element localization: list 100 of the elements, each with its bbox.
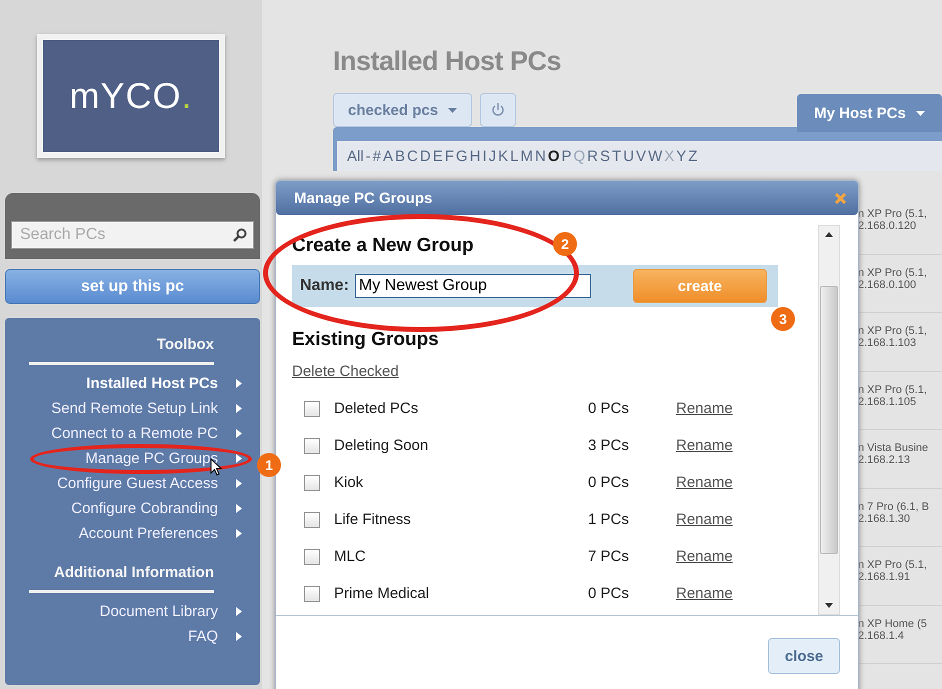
host-ip: 2.168.2.13 <box>858 454 911 466</box>
checked-pcs-dropdown[interactable]: checked pcs <box>333 93 472 127</box>
letter-filter[interactable]: # <box>372 148 382 164</box>
host-ip: 2.168.0.100 <box>858 278 918 290</box>
rename-link[interactable]: Rename <box>676 548 733 565</box>
host-ip: 2.168.0.120 <box>858 220 918 232</box>
arrow-right-icon <box>236 529 242 538</box>
delete-checked-link[interactable]: Delete Checked <box>292 363 399 380</box>
group-name: Kiok <box>334 474 364 491</box>
letter-filter[interactable]: D <box>420 148 431 164</box>
letter-filter[interactable]: E <box>432 148 443 164</box>
close-icon[interactable] <box>835 192 846 204</box>
group-name: Deleted PCs <box>334 400 420 417</box>
letter-filter[interactable]: U <box>623 148 634 164</box>
letter-filter[interactable]: Y <box>676 148 686 164</box>
letter-filter[interactable]: G <box>456 148 468 164</box>
letter-filter[interactable]: M <box>520 148 533 164</box>
scrollbar[interactable] <box>818 225 840 615</box>
group-name: Prime Medical <box>334 585 430 602</box>
name-label: Name: <box>300 277 349 295</box>
letter-filter[interactable]: I <box>482 148 487 164</box>
rename-link[interactable]: Rename <box>676 585 733 602</box>
arrow-right-icon <box>236 632 242 641</box>
letter-filter[interactable]: J <box>488 148 496 164</box>
arrow-right-icon <box>236 607 242 616</box>
rename-link[interactable]: Rename <box>676 437 733 454</box>
host-os: n XP Pro (5.1, <box>858 384 928 396</box>
arrow-right-icon <box>236 479 242 488</box>
scroll-up-icon[interactable] <box>825 232 833 237</box>
menu-item[interactable]: FAQ <box>188 628 218 645</box>
letter-filter[interactable]: S <box>600 148 610 164</box>
group-count: 0 PCs <box>588 585 630 602</box>
rename-link[interactable]: Rename <box>676 474 733 491</box>
group-count: 0 PCs <box>588 400 630 417</box>
letter-filter[interactable]: K <box>498 148 508 164</box>
page-title: Installed Host PCs <box>333 46 562 77</box>
group-count: 7 PCs <box>588 548 630 565</box>
rename-link[interactable]: Rename <box>676 511 733 528</box>
section-title: Additional Information <box>53 564 215 581</box>
letter-filter[interactable]: F <box>444 148 454 164</box>
letter-filter[interactable]: Z <box>688 148 698 164</box>
menu-item[interactable]: Send Remote Setup Link <box>51 400 218 417</box>
letter-filter[interactable]: N <box>534 148 546 164</box>
menu-item[interactable]: Account Preferences <box>78 525 218 542</box>
menu-item[interactable]: Configure Guest Access <box>57 475 218 492</box>
name-field[interactable]: My Newest Group <box>354 274 591 298</box>
checkbox[interactable] <box>304 474 320 490</box>
host-os: n XP Pro (5.1, <box>858 559 928 571</box>
letter-filter[interactable]: L <box>510 148 518 164</box>
letter-filter[interactable]: R <box>587 148 598 164</box>
menu-item[interactable]: Configure Cobranding <box>71 500 218 517</box>
rename-link[interactable]: Rename <box>676 400 733 417</box>
letter-filter[interactable]: W <box>648 148 662 164</box>
arrow-right-icon <box>236 404 242 413</box>
checkbox[interactable] <box>304 400 320 416</box>
letter-filter[interactable]: O <box>548 148 560 164</box>
menu-item[interactable]: Installed Host PCs <box>86 375 218 392</box>
host-os: n Vista Busine <box>858 442 930 454</box>
close-button[interactable]: close <box>768 638 840 674</box>
existing-heading: Existing Groups <box>292 329 439 351</box>
host-os: n XP Pro (5.1, <box>858 266 928 278</box>
host-pcs-tab[interactable]: My Host PCs <box>797 94 942 132</box>
letter-filter[interactable]: All <box>347 148 364 164</box>
search-input[interactable]: Search PCs <box>18 225 233 245</box>
scroll-down-icon[interactable] <box>825 603 833 608</box>
group-count: 1 PCs <box>588 511 630 528</box>
host-ip: 2.168.1.91 <box>858 571 911 583</box>
letter-filter[interactable]: H <box>470 148 480 164</box>
refresh-button[interactable] <box>480 93 516 127</box>
letter-filter[interactable]: - <box>366 148 371 164</box>
arrow-right-icon <box>236 454 242 463</box>
menu-item[interactable]: Manage PC Groups <box>85 450 218 467</box>
checkbox[interactable] <box>304 586 320 602</box>
letter-filter[interactable]: P <box>561 148 572 164</box>
dialog-title: Manage PC Groups <box>294 190 432 206</box>
setup-button[interactable]: set up this pc <box>5 269 260 304</box>
menu-item[interactable]: Document Library <box>100 603 218 620</box>
checkbox[interactable] <box>304 512 320 528</box>
letter-filter[interactable]: V <box>636 148 646 164</box>
host-ip: 2.168.1.30 <box>858 512 911 524</box>
checkbox[interactable] <box>304 548 320 564</box>
caret-icon <box>448 108 458 112</box>
search-field[interactable]: Search PCs <box>11 221 254 249</box>
group-count: 0 PCs <box>588 474 630 491</box>
arrow-right-icon <box>236 379 242 388</box>
search-icon <box>233 228 247 242</box>
arrow-right-icon <box>236 429 242 438</box>
letter-filter[interactable]: C <box>407 148 418 164</box>
host-os: n XP Pro (5.1, <box>858 325 928 337</box>
group-name: Life Fitness <box>334 511 412 528</box>
group-count: 3 PCs <box>588 437 630 454</box>
caret-icon <box>916 110 925 116</box>
host-ip: 2.168.1.4 <box>858 630 905 642</box>
letter-filter[interactable]: A <box>383 148 394 164</box>
menu-item[interactable]: Connect to a Remote PC <box>51 425 218 442</box>
group-name: Deleting Soon <box>334 437 430 454</box>
checkbox[interactable] <box>304 438 320 454</box>
letter-filter[interactable]: B <box>395 148 406 164</box>
letter-filter[interactable]: T <box>612 148 622 164</box>
toolbox-title: Toolbox <box>156 336 215 353</box>
